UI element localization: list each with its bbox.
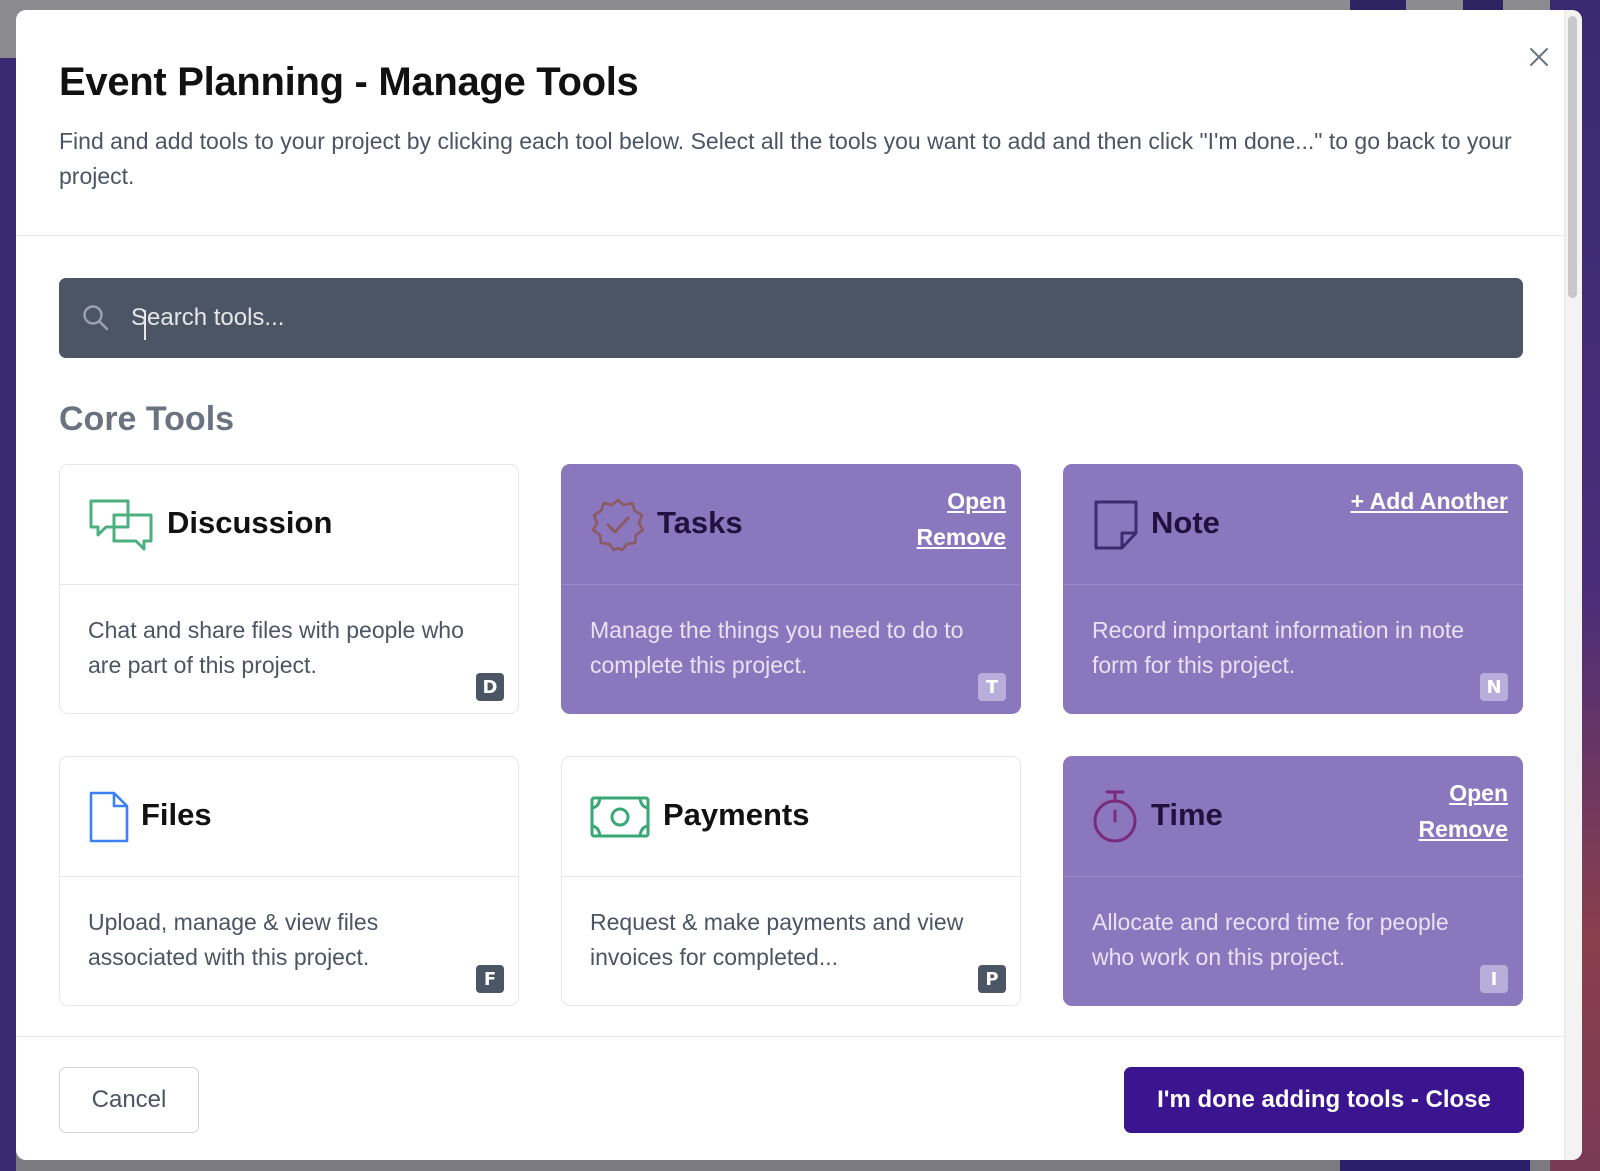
add-another-link[interactable]: + Add Another xyxy=(1351,483,1508,519)
tool-description: Manage the things you need to do to comp… xyxy=(590,617,964,678)
open-link[interactable]: Open xyxy=(917,483,1006,519)
tool-description: Allocate and record time for people who … xyxy=(1092,909,1449,970)
close-button[interactable] xyxy=(1524,42,1554,72)
remove-link[interactable]: Remove xyxy=(917,519,1006,555)
tool-card-note[interactable]: Note + Add Another Record important info… xyxy=(1063,464,1523,714)
scrollbar-thumb[interactable] xyxy=(1568,16,1577,298)
open-link[interactable]: Open xyxy=(1419,775,1508,811)
tool-card-payments[interactable]: Payments Request & make payments and vie… xyxy=(561,756,1021,1006)
tool-card-files[interactable]: Files Upload, manage & view files associ… xyxy=(59,756,519,1006)
search-bar xyxy=(59,278,1523,358)
search-input[interactable] xyxy=(129,278,1499,358)
stopwatch-icon xyxy=(1092,789,1138,845)
document-icon xyxy=(88,789,130,845)
modal-header: Event Planning - Manage Tools Find and a… xyxy=(16,10,1564,236)
tool-actions: Open Remove xyxy=(1419,775,1508,847)
tool-name: Note xyxy=(1151,505,1220,540)
tool-card-tasks[interactable]: Tasks Open Remove Manage the things you … xyxy=(561,464,1021,714)
cancel-button[interactable]: Cancel xyxy=(59,1067,199,1133)
shortcut-badge: T xyxy=(978,673,1006,701)
tool-name: Files xyxy=(141,797,212,832)
tool-actions: Open Remove xyxy=(917,483,1006,555)
tool-card-header: Time Open Remove xyxy=(1064,757,1522,877)
modal-title: Event Planning - Manage Tools xyxy=(59,60,639,104)
banknote-icon xyxy=(590,789,650,845)
shortcut-badge: F xyxy=(476,965,504,993)
tool-name: Discussion xyxy=(167,505,333,540)
modal-subtitle: Find and add tools to your project by cl… xyxy=(59,128,1512,189)
tool-card-discussion[interactable]: Discussion Chat and share files with peo… xyxy=(59,464,519,714)
close-icon xyxy=(1530,48,1548,66)
text-caret xyxy=(144,310,146,340)
check-badge-icon xyxy=(590,497,646,553)
sticky-note-icon xyxy=(1092,497,1140,553)
tool-description: Request & make payments and view invoice… xyxy=(590,909,964,970)
shortcut-badge: P xyxy=(978,965,1006,993)
tool-description: Record important information in note for… xyxy=(1092,617,1465,678)
chat-bubbles-icon xyxy=(88,497,154,553)
remove-link[interactable]: Remove xyxy=(1419,811,1508,847)
tool-name: Payments xyxy=(663,797,810,832)
tool-description: Chat and share files with people who are… xyxy=(88,617,464,678)
tool-card-header: Discussion xyxy=(60,465,518,585)
manage-tools-modal: Event Planning - Manage Tools Find and a… xyxy=(16,10,1582,1160)
tool-card-header: Note + Add Another xyxy=(1064,465,1522,585)
tool-name: Tasks xyxy=(657,505,743,540)
section-title-core-tools: Core Tools xyxy=(59,400,235,438)
shortcut-badge: N xyxy=(1480,673,1508,701)
tool-card-time[interactable]: Time Open Remove Allocate and record tim… xyxy=(1063,756,1523,1006)
tool-card-header: Files xyxy=(60,757,518,877)
shortcut-badge: D xyxy=(476,673,504,701)
done-close-button[interactable]: I'm done adding tools - Close xyxy=(1124,1067,1524,1133)
tool-actions: + Add Another xyxy=(1351,483,1508,519)
tool-card-header: Tasks Open Remove xyxy=(562,465,1020,585)
search-icon xyxy=(83,305,109,331)
tool-card-header: Payments xyxy=(562,757,1020,877)
tool-name: Time xyxy=(1151,797,1223,832)
modal-footer: Cancel I'm done adding tools - Close xyxy=(16,1036,1564,1160)
shortcut-badge: I xyxy=(1480,965,1508,993)
tool-description: Upload, manage & view files associated w… xyxy=(88,909,379,970)
background-app-sidebar xyxy=(0,58,16,1171)
